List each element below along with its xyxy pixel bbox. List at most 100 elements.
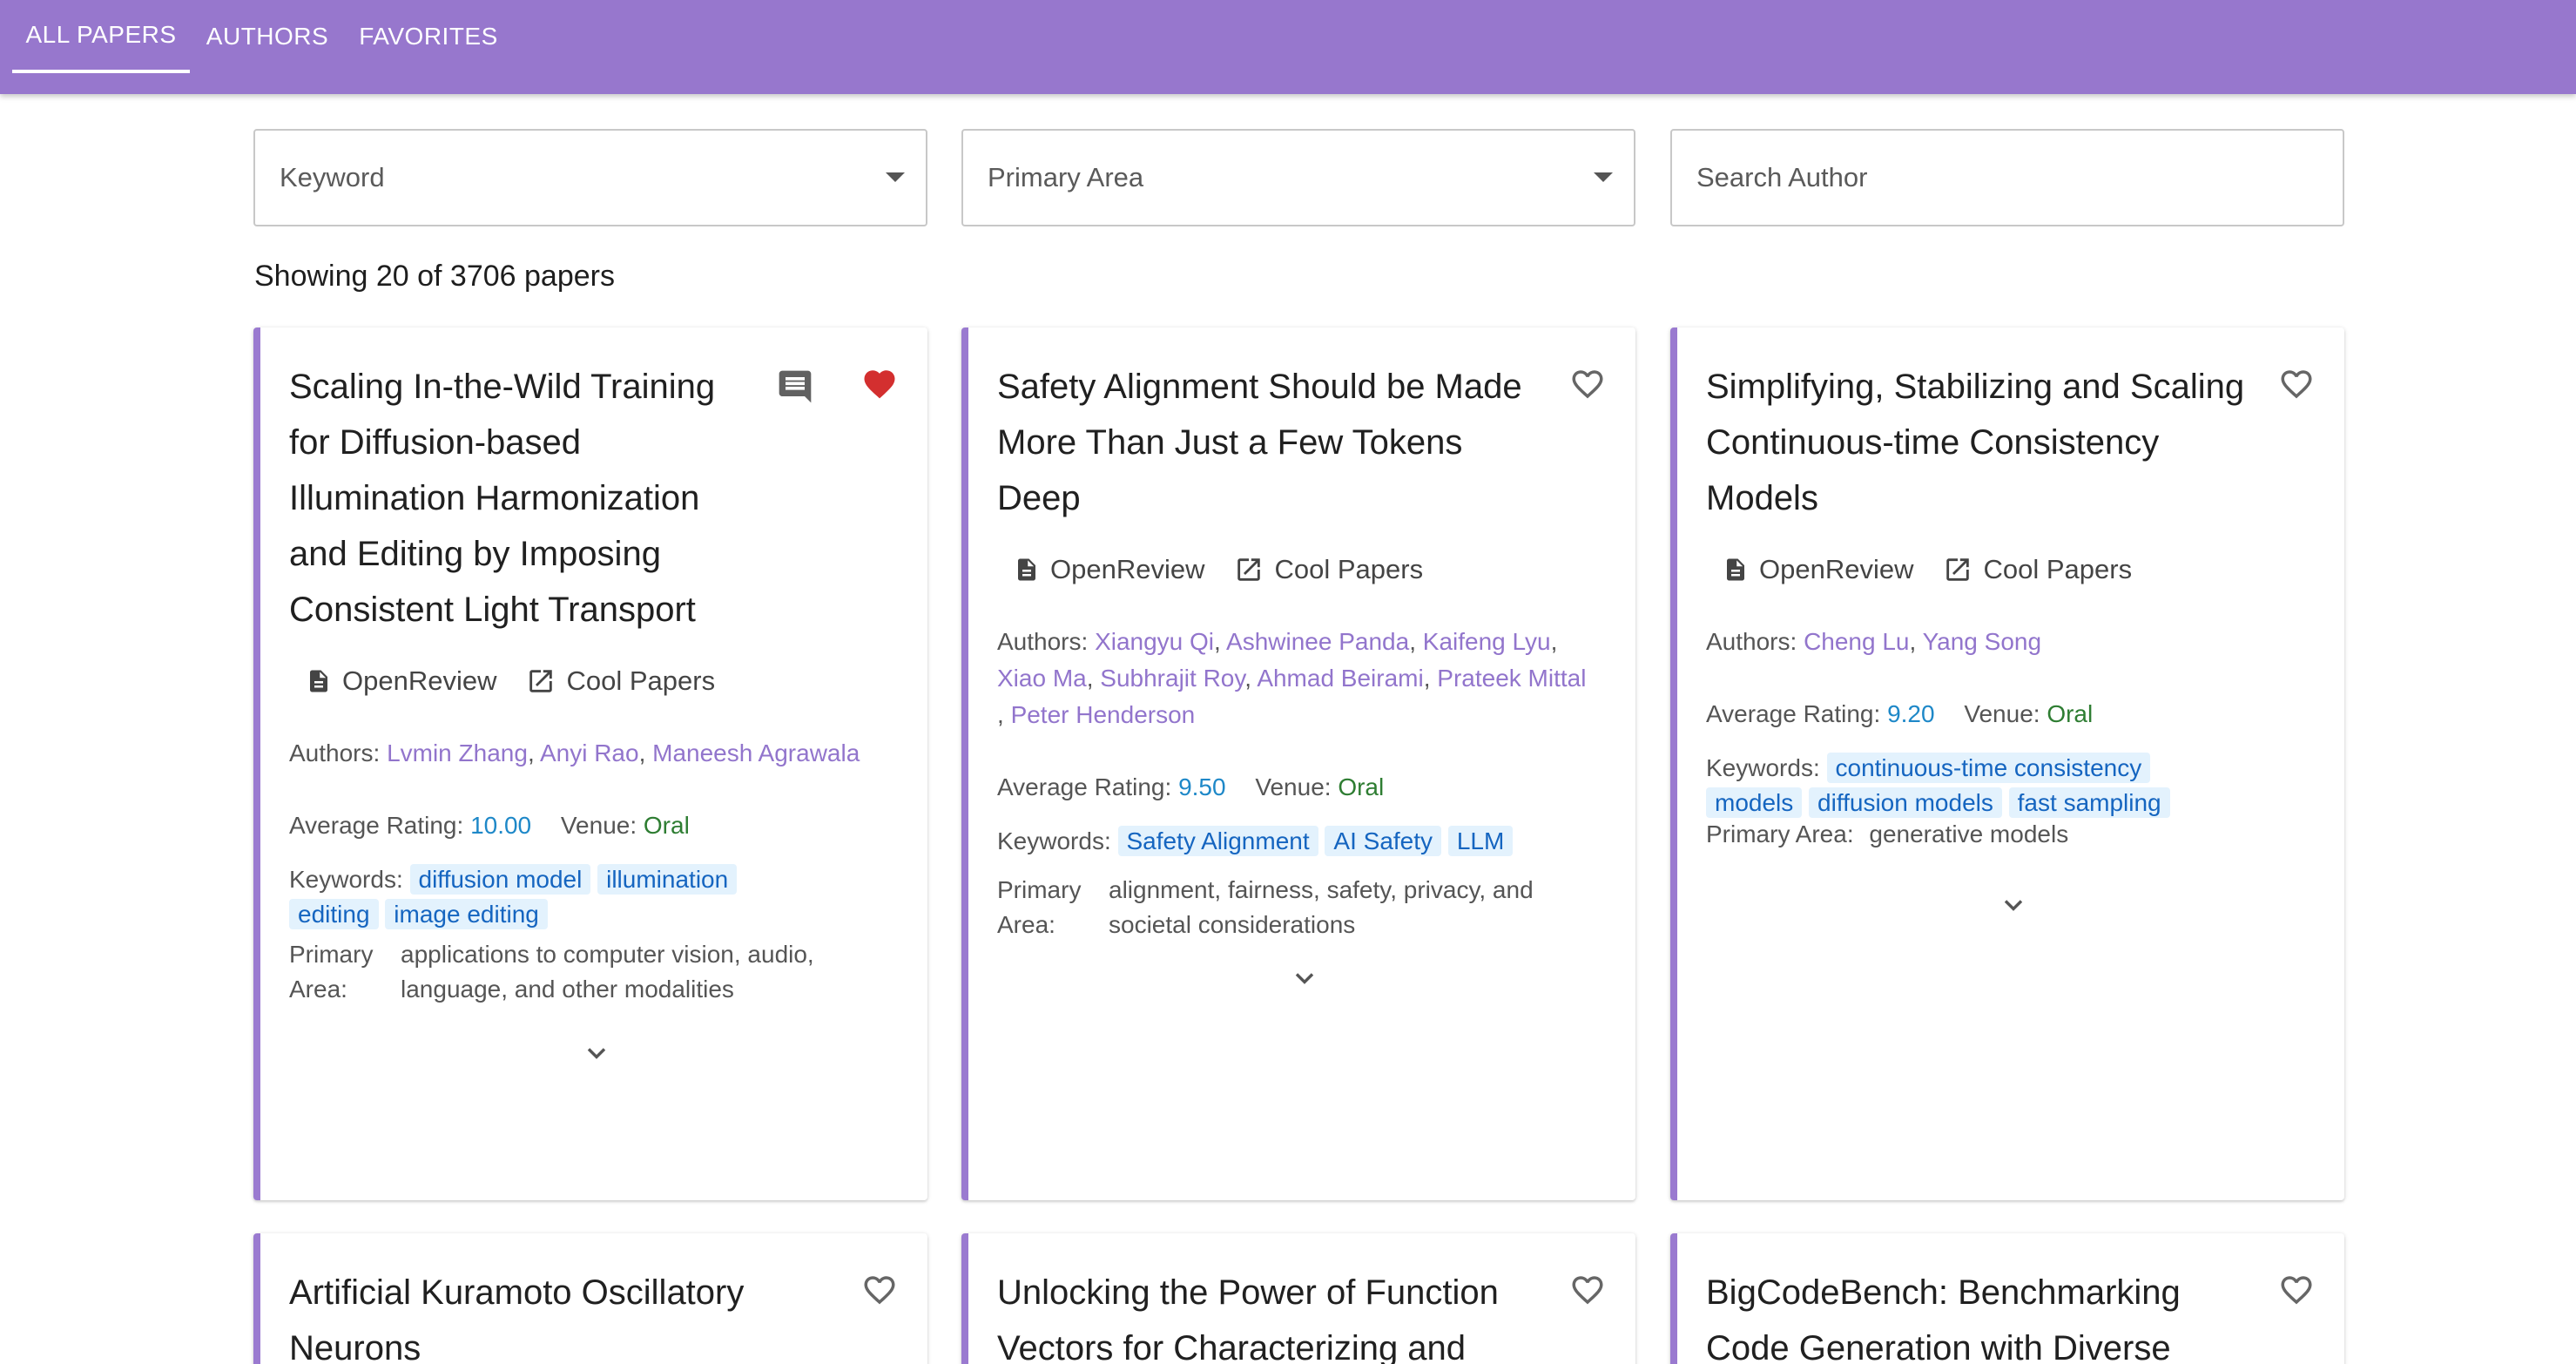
primary-area-label: Primary Area: — [289, 937, 401, 1007]
expand-chevron-icon[interactable] — [2001, 897, 2026, 913]
tab-authors-label: AUTHORS — [206, 23, 329, 50]
author-link[interactable]: Xiangyu Qi — [1095, 628, 1214, 655]
paper-card: Safety Alignment Should be Made More Tha… — [961, 327, 1635, 1200]
keyword-chip[interactable]: LLM — [1447, 826, 1514, 856]
cool-papers-label: Cool Papers — [566, 665, 716, 696]
document-icon — [1727, 558, 1744, 581]
authors-label: Authors: — [289, 739, 381, 766]
author-link[interactable]: Peter Henderson — [1011, 701, 1196, 728]
authors-row: Authors: Lvmin Zhang, Anyi Rao, Maneesh … — [289, 739, 860, 766]
venue-label: Venue: — [1255, 773, 1332, 800]
document-icon — [310, 670, 327, 692]
keywords-row: Keywords: Safety Alignment AI Safety LLM — [997, 824, 1624, 859]
keyword-select[interactable]: Keyword — [253, 129, 927, 226]
average-rating-value: 9.20 — [1887, 700, 1935, 727]
author-search-input[interactable]: Search Author — [1670, 129, 2344, 226]
authors-row: Authors: Xiangyu Qi, Ashwinee Panda, Kai… — [997, 628, 1587, 728]
tab-favorites[interactable]: FAVORITES — [348, 0, 509, 73]
favorite-heart-outline-icon[interactable] — [1568, 366, 1608, 402]
paper-card: Unlocking the Power of Function Vectors … — [961, 1233, 1635, 1364]
paper-card: BigCodeBench: Benchmarking Code Generati… — [1670, 1233, 2344, 1364]
active-tab-indicator — [12, 70, 190, 73]
paper-title[interactable]: Unlocking the Power of Function Vectors … — [997, 1265, 1554, 1364]
paper-card: Scaling In-the-Wild Training for Diffusi… — [253, 327, 927, 1200]
openreview-label: OpenReview — [342, 665, 497, 696]
author-link[interactable]: Anyi Rao — [540, 739, 639, 766]
top-nav-bar: ALL PAPERS AUTHORS FAVORITES — [0, 0, 2576, 94]
authors-label: Authors: — [997, 628, 1089, 655]
comment-icon[interactable] — [776, 368, 814, 406]
author-link[interactable]: Subhrajit Roy — [1100, 665, 1244, 692]
author-link[interactable]: Kaifeng Lyu — [1423, 628, 1551, 655]
primary-label-line2: Area: — [997, 911, 1055, 938]
tab-authors[interactable]: AUTHORS — [199, 0, 336, 73]
average-rating-label: Average Rating: — [997, 773, 1172, 800]
keywords-row: Keywords: diffusion model illumination e… — [289, 862, 777, 932]
favorite-heart-filled-icon[interactable] — [860, 366, 900, 402]
keyword-chip[interactable]: fast sampling — [2008, 787, 2170, 818]
cool-papers-link[interactable]: Cool Papers — [1943, 554, 2132, 585]
openreview-link[interactable]: OpenReview — [306, 665, 496, 697]
author-link[interactable]: Cheng Lu — [1804, 628, 1909, 655]
favorite-heart-outline-icon[interactable] — [2276, 1272, 2316, 1308]
openreview-link[interactable]: OpenReview — [1014, 554, 1204, 585]
venue-label: Venue: — [560, 812, 637, 839]
dropdown-arrow-icon — [886, 172, 905, 182]
paper-card: Simplifying, Stabilizing and Scaling Con… — [1670, 327, 2344, 1200]
keyword-chip[interactable]: Safety Alignment — [1117, 826, 1318, 856]
author-link[interactable]: Lvmin Zhang — [387, 739, 528, 766]
average-rating-value: 10.00 — [470, 812, 532, 839]
author-link[interactable]: Xiao Ma — [997, 665, 1087, 692]
keyword-chip[interactable]: diffusion model — [409, 864, 591, 895]
expand-chevron-icon[interactable] — [584, 1045, 609, 1061]
keyword-chip[interactable]: AI Safety — [1325, 826, 1442, 856]
tab-all-papers[interactable]: ALL PAPERS — [12, 0, 190, 73]
paper-title[interactable]: Scaling In-the-Wild Training for Diffusi… — [289, 359, 742, 638]
primary-area-select[interactable]: Primary Area — [961, 129, 1635, 226]
favorite-heart-outline-icon[interactable] — [1568, 1272, 1608, 1308]
author-link[interactable]: Ashwinee Panda — [1226, 628, 1409, 655]
expand-chevron-icon[interactable] — [1292, 970, 1317, 986]
keyword-chip[interactable]: diffusion models — [1809, 787, 2002, 818]
paper-title[interactable]: BigCodeBench: Benchmarking Code Generati… — [1706, 1265, 2263, 1364]
paper-card: Artificial Kuramoto Oscillatory Neurons — [253, 1233, 927, 1364]
keyword-chip[interactable]: image editing — [385, 899, 548, 929]
paper-links: OpenReview Cool Papers — [1723, 554, 2161, 585]
average-rating-value: 9.50 — [1178, 773, 1226, 800]
dropdown-arrow-icon — [1594, 172, 1613, 182]
primary-label-line1: Primary — [997, 876, 1082, 903]
external-link-icon — [1237, 558, 1261, 581]
cool-papers-label: Cool Papers — [1983, 554, 2133, 584]
rating-venue-row: Average Rating: 10.00 Venue: Oral — [289, 812, 690, 840]
venue-value: Oral — [643, 812, 690, 839]
author-link[interactable]: Maneesh Agrawala — [652, 739, 860, 766]
openreview-link[interactable]: OpenReview — [1723, 554, 1913, 585]
venue-value: Oral — [1338, 773, 1385, 800]
primary-area-value: generative models — [1869, 820, 2069, 847]
result-count: Showing 20 of 3706 papers — [254, 260, 615, 293]
favorite-heart-outline-icon[interactable] — [2276, 366, 2316, 402]
app-root: ALL PAPERS AUTHORS FAVORITES Keyword Pri… — [0, 0, 2576, 1364]
primary-area-row: Primary Area: applications to computer v… — [289, 937, 846, 1007]
cool-papers-link[interactable]: Cool Papers — [1234, 554, 1423, 585]
paper-title[interactable]: Safety Alignment Should be Made More Tha… — [997, 359, 1554, 526]
keyword-select-placeholder: Keyword — [280, 162, 385, 192]
author-link[interactable]: Ahmad Beirami — [1257, 665, 1423, 692]
venue-label: Venue: — [1964, 700, 2040, 727]
paper-links: OpenReview Cool Papers — [306, 665, 745, 697]
paper-title[interactable]: Artificial Kuramoto Oscillatory Neurons — [289, 1265, 846, 1364]
paper-title[interactable]: Simplifying, Stabilizing and Scaling Con… — [1706, 359, 2263, 526]
authors-label: Authors: — [1706, 628, 1797, 655]
author-link[interactable]: Yang Song — [1923, 628, 2042, 655]
average-rating-label: Average Rating: — [1706, 700, 1881, 727]
favorite-heart-outline-icon[interactable] — [860, 1272, 900, 1308]
average-rating-label: Average Rating: — [289, 812, 464, 839]
tab-favorites-label: FAVORITES — [359, 23, 498, 50]
author-link[interactable]: Prateek Mittal — [1437, 665, 1586, 692]
external-link-icon — [529, 670, 553, 692]
keywords-row: Keywords: continuous-time consistency mo… — [1706, 751, 2211, 820]
cool-papers-link[interactable]: Cool Papers — [526, 665, 715, 697]
openreview-label: OpenReview — [1759, 554, 1914, 584]
keywords-label: Keywords: — [997, 827, 1111, 854]
primary-area-label: Primary Area: — [997, 873, 1109, 942]
